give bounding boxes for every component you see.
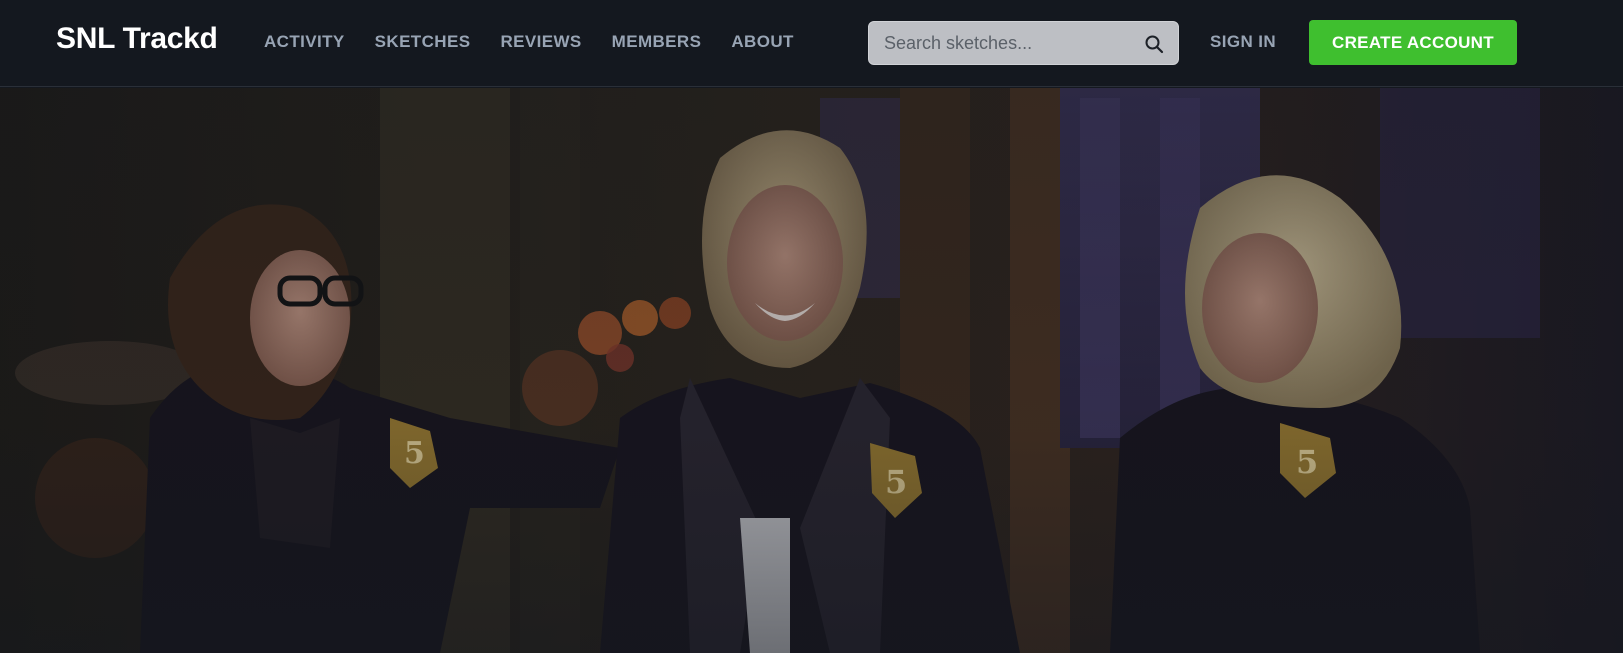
hero-banner: 5 5 5 bbox=[0, 88, 1623, 653]
top-navigation-bar: SNL Trackd ACTIVITY SKETCHES REVIEWS MEM… bbox=[0, 0, 1623, 87]
robe-badge-left: 5 bbox=[404, 436, 425, 471]
page: SNL Trackd ACTIVITY SKETCHES REVIEWS MEM… bbox=[0, 0, 1623, 653]
nav-item-members[interactable]: MEMBERS bbox=[612, 32, 702, 52]
search-box bbox=[868, 21, 1179, 65]
nav-item-reviews[interactable]: REVIEWS bbox=[500, 32, 581, 52]
create-account-button[interactable]: CREATE ACCOUNT bbox=[1309, 20, 1517, 65]
nav-item-about[interactable]: ABOUT bbox=[731, 32, 793, 52]
search-input[interactable] bbox=[869, 22, 1139, 64]
robe-badge-right: 5 bbox=[1296, 443, 1318, 481]
main-nav: ACTIVITY SKETCHES REVIEWS MEMBERS ABOUT bbox=[264, 32, 824, 52]
nav-item-activity[interactable]: ACTIVITY bbox=[264, 32, 345, 52]
nav-item-sketches[interactable]: SKETCHES bbox=[375, 32, 471, 52]
sign-in-link[interactable]: SIGN IN bbox=[1210, 32, 1276, 52]
hero-stage-image: 5 5 5 bbox=[0, 88, 1623, 653]
site-logo[interactable]: SNL Trackd bbox=[56, 22, 218, 56]
search-icon[interactable] bbox=[1144, 34, 1164, 54]
robe-badge-center: 5 bbox=[885, 463, 907, 501]
